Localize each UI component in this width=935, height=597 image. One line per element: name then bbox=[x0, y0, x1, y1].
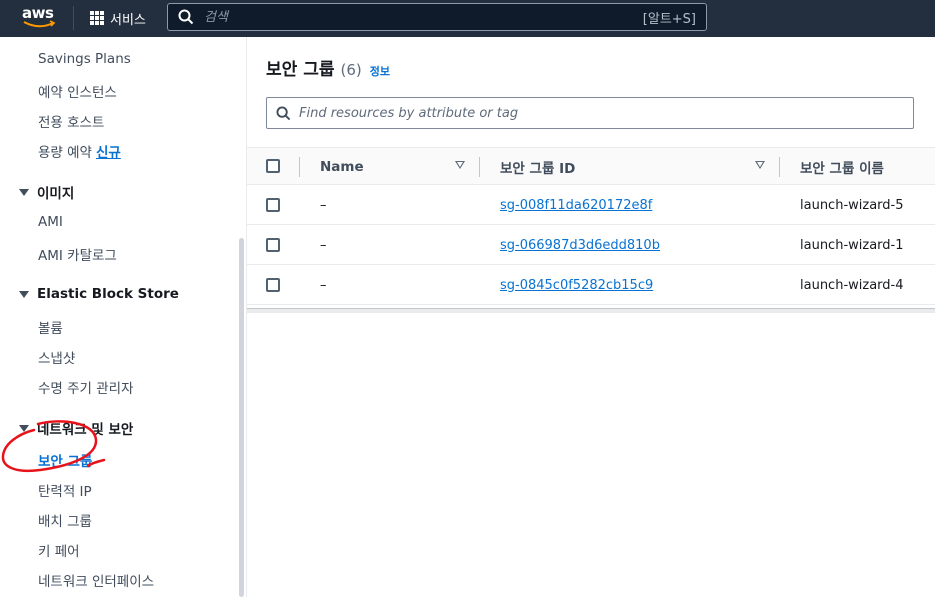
sidebar-item-ami-catalog[interactable]: AMI 카탈로그 bbox=[38, 244, 117, 264]
sidebar-item-volumes[interactable]: 볼륨 bbox=[38, 317, 63, 337]
search-shortcut-hint: [알트+S] bbox=[642, 11, 696, 27]
main-content: 보안 그룹 (6) 정보 Name 보안 그룹 ID 보안 그룹 이름 – bbox=[247, 37, 935, 597]
table-header-row: Name 보안 그룹 ID 보안 그룹 이름 bbox=[247, 147, 935, 185]
cell-group-id: sg-066987d3d6edd810b bbox=[500, 225, 660, 265]
sidebar-item-key-pairs[interactable]: 키 페어 bbox=[38, 540, 80, 560]
select-all-checkbox[interactable] bbox=[266, 159, 280, 173]
filter-input[interactable] bbox=[299, 105, 913, 121]
resource-filter-bar[interactable] bbox=[266, 97, 914, 129]
global-search-input[interactable] bbox=[204, 9, 643, 25]
sidebar-section-images[interactable]: 이미지 bbox=[19, 182, 74, 202]
column-header-group-name[interactable]: 보안 그룹 이름 bbox=[800, 148, 884, 186]
sidebar-item-security-groups[interactable]: 보안 그룹 bbox=[38, 450, 92, 470]
column-divider[interactable] bbox=[779, 157, 780, 177]
cell-group-name: launch-wizard-4 bbox=[800, 277, 904, 293]
cell-name: – bbox=[320, 197, 327, 213]
sidebar-item-lifecycle-manager[interactable]: 수명 주기 관리자 bbox=[38, 377, 134, 397]
split-panel-handle[interactable] bbox=[247, 308, 935, 313]
column-header-group-id[interactable]: 보안 그룹 ID bbox=[500, 148, 575, 186]
top-navigation-bar: aws 서비스 [알트+S] bbox=[0, 0, 935, 37]
sidebar-item-elastic-ip[interactable]: 탄력적 IP bbox=[38, 480, 92, 500]
table-header-panel: 보안 그룹 (6) 정보 bbox=[247, 37, 935, 147]
table-row[interactable]: – sg-0845c0f5282cb15c9 launch-wizard-4 bbox=[247, 265, 935, 305]
table-row[interactable]: – sg-008f11da620172e8f launch-wizard-5 bbox=[247, 185, 935, 225]
aws-smile-icon bbox=[23, 20, 56, 28]
sidebar-item-reserved-instances[interactable]: 예약 인스턴스 bbox=[38, 81, 117, 101]
sidebar-item-savings-plans[interactable]: Savings Plans bbox=[38, 51, 131, 67]
services-label: 서비스 bbox=[110, 12, 146, 28]
resource-count: (6) bbox=[340, 61, 362, 79]
column-header-name[interactable]: Name bbox=[320, 148, 364, 186]
section-title: Elastic Block Store bbox=[37, 286, 179, 302]
cell-group-name: launch-wizard-5 bbox=[800, 197, 904, 213]
table-row[interactable]: – sg-066987d3d6edd810b launch-wizard-1 bbox=[247, 225, 935, 265]
caret-down-icon bbox=[19, 188, 29, 196]
sort-icon[interactable] bbox=[455, 161, 465, 169]
sidebar-item-dedicated-hosts[interactable]: 전용 호스트 bbox=[38, 111, 104, 131]
cell-name: – bbox=[320, 237, 327, 253]
search-icon bbox=[276, 105, 291, 120]
info-link[interactable]: 정보 bbox=[370, 63, 390, 79]
cell-group-name: launch-wizard-1 bbox=[800, 237, 904, 253]
security-group-id-link[interactable]: sg-008f11da620172e8f bbox=[500, 198, 652, 213]
sidebar-item-capacity-reservations[interactable]: 용량 예약 신규 bbox=[38, 141, 121, 161]
global-search-bar[interactable]: [알트+S] bbox=[167, 3, 707, 31]
section-title: 네트워크 및 보안 bbox=[37, 422, 134, 438]
sidebar-item-placement-groups[interactable]: 배치 그룹 bbox=[38, 510, 92, 530]
sidebar-section-network-security[interactable]: 네트워크 및 보안 bbox=[19, 418, 133, 438]
security-group-id-link[interactable]: sg-0845c0f5282cb15c9 bbox=[500, 278, 653, 293]
security-group-id-link[interactable]: sg-066987d3d6edd810b bbox=[500, 238, 660, 253]
sidebar-scrollbar[interactable] bbox=[239, 238, 244, 597]
column-divider bbox=[299, 157, 300, 177]
row-checkbox[interactable] bbox=[266, 198, 280, 212]
new-badge: 신규 bbox=[95, 145, 121, 161]
page-title-text: 보안 그룹 bbox=[266, 60, 335, 80]
services-menu-button[interactable]: 서비스 bbox=[90, 6, 146, 30]
row-checkbox[interactable] bbox=[266, 278, 280, 292]
section-title: 이미지 bbox=[37, 186, 75, 202]
row-checkbox[interactable] bbox=[266, 238, 280, 252]
cell-group-id: sg-008f11da620172e8f bbox=[500, 185, 652, 225]
sidebar-item-ami[interactable]: AMI bbox=[38, 214, 63, 230]
cell-group-id: sg-0845c0f5282cb15c9 bbox=[500, 265, 653, 305]
caret-down-icon bbox=[19, 290, 29, 298]
sidebar-item-label: 용량 예약 bbox=[38, 145, 92, 161]
search-icon bbox=[178, 9, 194, 25]
grid-icon bbox=[90, 11, 104, 25]
sidebar-item-snapshots[interactable]: 스냅샷 bbox=[38, 347, 75, 367]
aws-logo[interactable]: aws bbox=[22, 4, 58, 32]
column-divider[interactable] bbox=[479, 157, 480, 177]
page-title: 보안 그룹 (6) 정보 bbox=[266, 55, 390, 80]
sort-icon[interactable] bbox=[755, 161, 765, 169]
sidebar-navigation: Savings Plans 예약 인스턴스 전용 호스트 용량 예약 신규 이미지… bbox=[8, 37, 247, 597]
cell-name: – bbox=[320, 277, 327, 293]
sidebar-section-ebs[interactable]: Elastic Block Store bbox=[19, 286, 179, 302]
sidebar-item-network-interfaces[interactable]: 네트워크 인터페이스 bbox=[38, 570, 154, 590]
topbar-divider bbox=[73, 6, 74, 30]
caret-down-icon bbox=[19, 424, 29, 432]
